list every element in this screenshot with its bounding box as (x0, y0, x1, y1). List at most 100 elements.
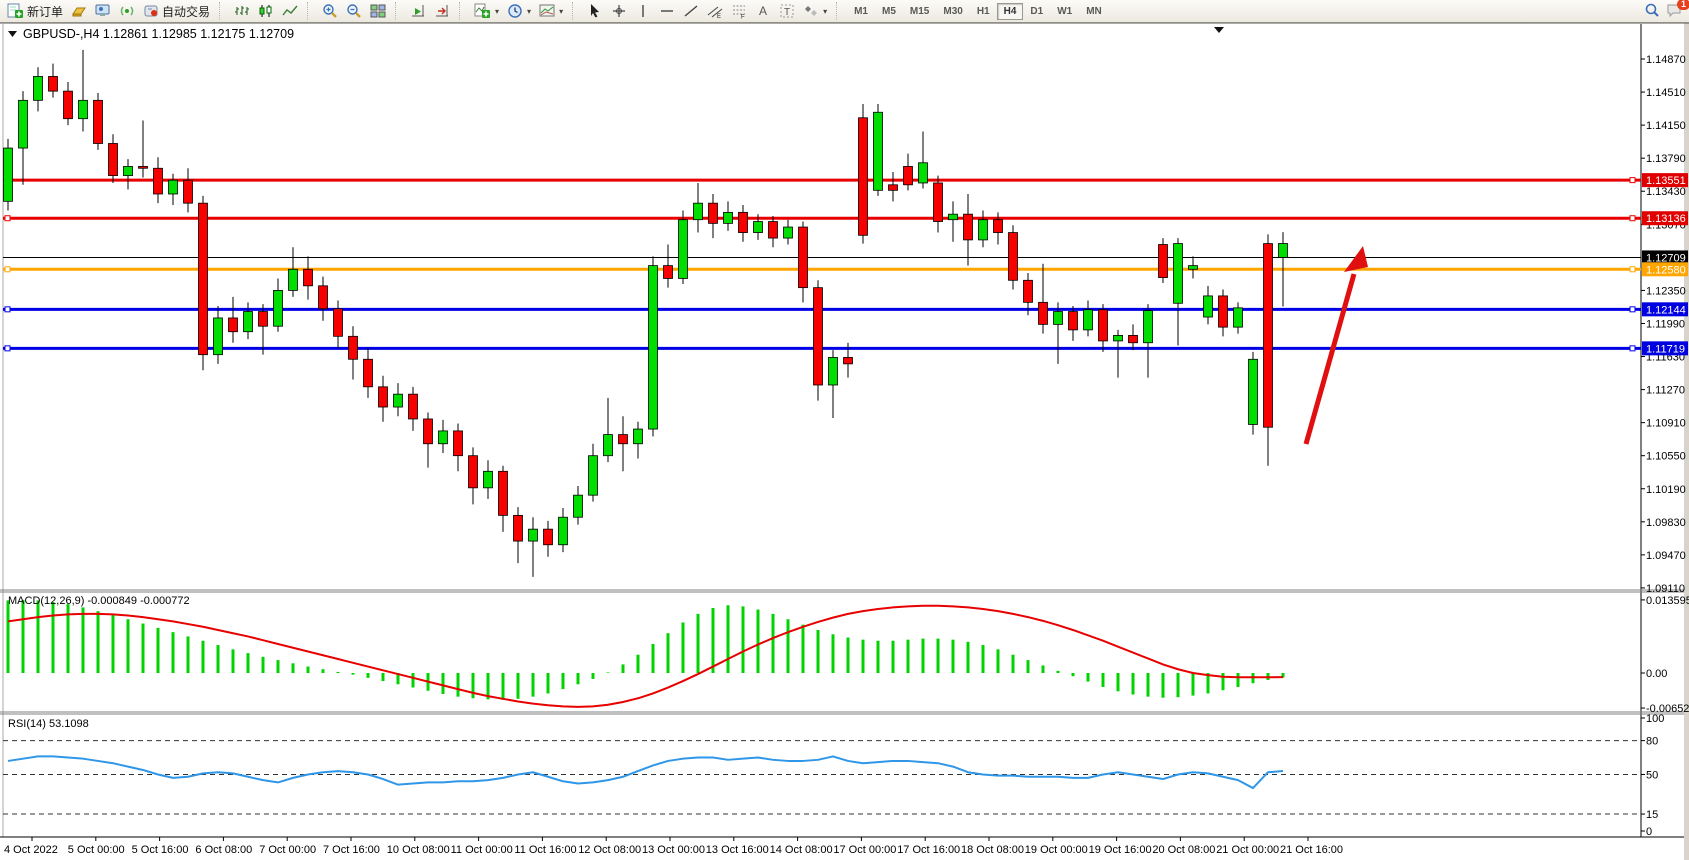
candle (199, 196, 208, 370)
timeframe-m30-button[interactable]: M30 (936, 3, 969, 20)
channel-button[interactable]: E (703, 0, 727, 22)
text-label-button[interactable]: T (775, 0, 799, 22)
hline-icon (659, 3, 675, 19)
svg-text:1.11719: 1.11719 (1646, 343, 1685, 355)
toolbar-separator (395, 2, 401, 20)
templates-button[interactable]: ▾ (535, 0, 567, 22)
date-axis-label: 7 Oct 00:00 (259, 844, 316, 856)
rsi-axis-tick: 100 (1646, 713, 1664, 725)
new-order-button[interactable]: 新订单 (3, 0, 67, 22)
date-axis-label: 18 Oct 08:00 (961, 844, 1024, 856)
bars-icon (234, 3, 250, 19)
toolbar-separator (307, 2, 313, 20)
metaeditor-button[interactable] (67, 0, 91, 22)
navigator-button[interactable] (91, 0, 115, 22)
mt4-window: { "toolbar": { "new_order_label": "新订单",… (0, 0, 1689, 860)
shapes-button[interactable]: ▾ (799, 0, 831, 22)
candle (649, 256, 658, 436)
candle (94, 93, 103, 150)
candle (859, 104, 868, 244)
trendline-button[interactable] (679, 0, 703, 22)
label-icon: T (779, 3, 795, 19)
bar-chart-button[interactable] (230, 0, 254, 22)
line-icon (282, 3, 298, 19)
timeframe-h4-button[interactable]: H4 (997, 3, 1024, 20)
timeframe-h1-button[interactable]: H1 (970, 3, 997, 20)
macd-label: MACD(12,26,9) -0.000849 -0.000772 (8, 595, 190, 607)
auto-scroll-button[interactable] (406, 0, 430, 22)
text-icon: A (755, 3, 771, 19)
autotrade-button[interactable]: 自动交易 (139, 0, 214, 22)
line-chart-button[interactable] (278, 0, 302, 22)
zoom-out-button[interactable] (342, 0, 366, 22)
tile-windows-button[interactable] (366, 0, 390, 22)
fibonacci-button[interactable]: F (727, 0, 751, 22)
candle-chart-button[interactable] (254, 0, 278, 22)
timeframe-m15-button[interactable]: M15 (903, 3, 936, 20)
timeframe-m5-button[interactable]: M5 (875, 3, 903, 20)
price-axis-tick: 1.09470 (1646, 550, 1686, 562)
date-axis-label: 11 Oct 16:00 (514, 844, 576, 856)
rsi-label: RSI(14) 53.1098 (8, 718, 89, 730)
chevron-down-icon[interactable]: ▾ (527, 7, 531, 16)
date-axis-label: 13 Oct 16:00 (706, 844, 769, 856)
date-axis-label: 13 Oct 00:00 (642, 844, 705, 856)
timeframe-m1-button[interactable]: M1 (847, 3, 875, 20)
svg-text:A: A (759, 4, 767, 18)
svg-text:1.13136: 1.13136 (1646, 213, 1686, 225)
chevron-down-icon[interactable]: ▾ (495, 7, 499, 16)
price-axis-tick: 1.14870 (1646, 54, 1686, 66)
crosshair-icon (611, 3, 627, 19)
macd-axis-tick: 0.00 (1646, 668, 1667, 680)
svg-text:E: E (717, 14, 721, 19)
price-axis-tick: 1.10190 (1646, 484, 1686, 496)
timeframe-d1-button[interactable]: D1 (1023, 3, 1050, 20)
chat-icon[interactable]: 1 (1666, 2, 1683, 21)
timeframe-group: M1M5M15M30H1H4D1W1MN (844, 0, 1112, 22)
date-axis-label: 5 Oct 00:00 (68, 844, 125, 856)
date-axis-label: 11 Oct 00:00 (451, 844, 513, 856)
chevron-down-icon[interactable]: ▾ (559, 7, 563, 16)
date-axis-label: 19 Oct 16:00 (1089, 844, 1152, 856)
toolbar-separator (219, 2, 225, 20)
periods-button[interactable]: ▾ (503, 0, 535, 22)
svg-text:1.13551: 1.13551 (1646, 175, 1686, 187)
crosshair-button[interactable] (607, 0, 631, 22)
text-button[interactable]: A (751, 0, 775, 22)
zoom-out-icon (346, 3, 362, 19)
macd-axis-tick: 0.013595 (1646, 595, 1689, 607)
tile-windows-icon (370, 3, 386, 19)
signals-button[interactable] (115, 0, 139, 22)
indicators-button[interactable]: ▾ (470, 0, 503, 22)
date-axis-label: 17 Oct 16:00 (897, 844, 960, 856)
template-icon (539, 3, 555, 19)
toolbar-group (227, 0, 305, 22)
autoscroll-icon (410, 3, 426, 19)
price-axis-tick: 1.10550 (1646, 451, 1686, 463)
price-axis-tick: 1.11990 (1646, 318, 1685, 330)
svg-text:1.12144: 1.12144 (1646, 304, 1686, 316)
toolbar-separator (836, 2, 842, 20)
search-icon[interactable] (1644, 2, 1660, 21)
chart-title: GBPUSD-,H4 1.12861 1.12985 1.12175 1.127… (23, 27, 294, 41)
toolbar-separator (459, 2, 465, 20)
chevron-down-icon[interactable]: ▾ (823, 7, 827, 16)
price-axis-tick: 1.12350 (1646, 285, 1686, 297)
clock-icon (507, 3, 523, 19)
date-axis-label: 20 Oct 08:00 (1152, 844, 1215, 856)
toolbar-group (403, 0, 457, 22)
hline-button[interactable] (655, 0, 679, 22)
timeframe-mn-button[interactable]: MN (1079, 3, 1109, 20)
zoom-in-button[interactable] (318, 0, 342, 22)
date-axis-label: 19 Oct 00:00 (1025, 844, 1088, 856)
chart-area: 1.148701.145101.141501.137901.134301.130… (0, 0, 1689, 860)
chart-shift-button[interactable] (430, 0, 454, 22)
cursor-button[interactable] (583, 0, 607, 22)
trendline-icon (683, 3, 699, 19)
price-axis-tick: 1.09110 (1646, 583, 1685, 595)
candle (1009, 225, 1018, 289)
timeframe-w1-button[interactable]: W1 (1050, 3, 1079, 20)
vline-button[interactable] (631, 0, 655, 22)
autotrade-button-label: 自动交易 (162, 3, 210, 20)
new-order-button-label: 新订单 (27, 3, 63, 20)
